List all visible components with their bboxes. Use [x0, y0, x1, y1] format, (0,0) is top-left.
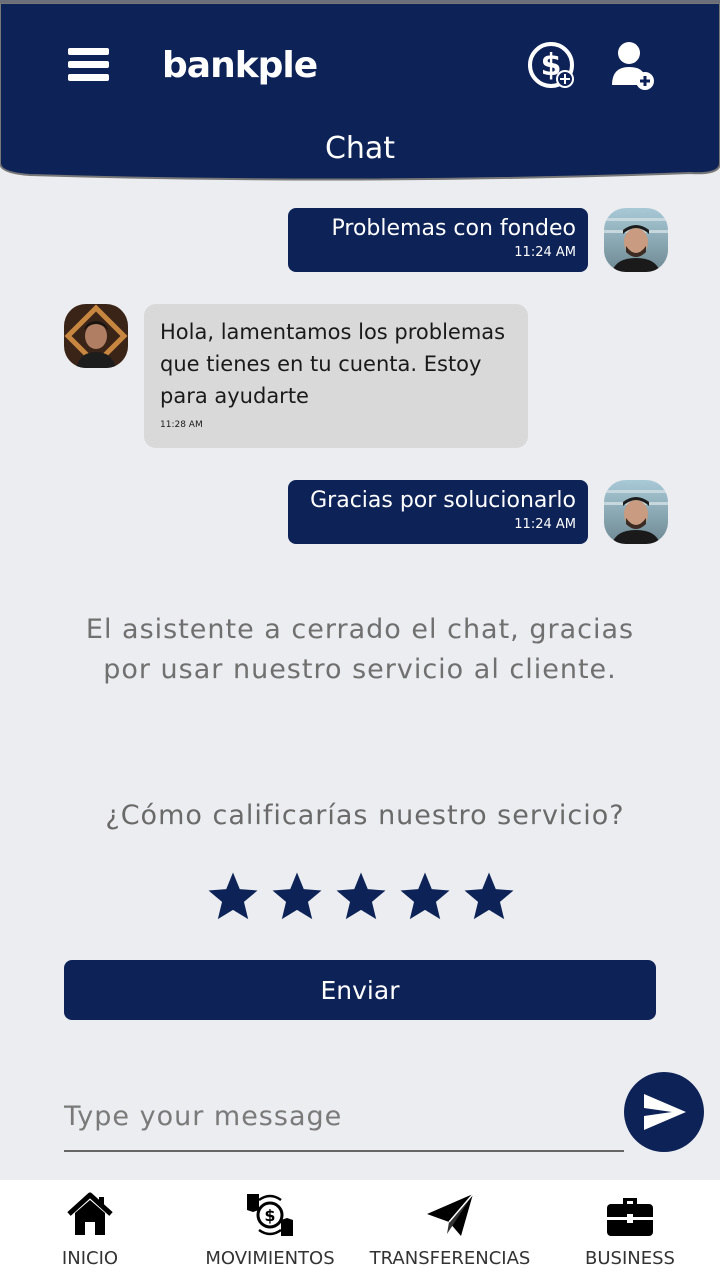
menu-icon[interactable]: [68, 48, 109, 84]
nav-label: INICIO: [61, 1248, 119, 1269]
nav-item-movimientos[interactable]: $ MOVIMIENTOS: [180, 1180, 360, 1280]
message-text: Problemas con fondeo: [331, 216, 576, 241]
bottom-navigation: INICIO $ MOVIMIENTOS TRANSFERENCIAS BUSI…: [0, 1180, 720, 1280]
home-icon: [67, 1192, 113, 1235]
chat-message-outgoing: Gracias por solucionarlo 11:24 AM: [288, 480, 588, 544]
star-rating[interactable]: [205, 868, 517, 926]
svg-text:$: $: [264, 1206, 275, 1225]
money-add-icon[interactable]: $: [527, 41, 577, 91]
message-time: 11:24 AM: [514, 245, 576, 260]
message-text: Gracias por solucionarlo: [310, 488, 576, 513]
money-exchange-icon: $: [247, 1194, 293, 1236]
rating-question: ¿Cómo calificarías nuestro servicio?: [105, 800, 625, 831]
nav-item-transferencias[interactable]: TRANSFERENCIAS: [360, 1180, 540, 1280]
star-icon[interactable]: [397, 868, 453, 926]
message-time: 11:28 AM: [160, 420, 203, 430]
submit-rating-button[interactable]: Enviar: [64, 960, 656, 1020]
message-time: 11:24 AM: [514, 517, 576, 532]
star-icon[interactable]: [333, 868, 389, 926]
star-icon[interactable]: [269, 868, 325, 926]
nav-item-inicio[interactable]: INICIO: [0, 1180, 180, 1280]
message-text: Hola, lamentamos los problemas que tiene…: [160, 320, 506, 408]
page-title: Chat: [324, 131, 396, 166]
user-add-icon[interactable]: [610, 41, 656, 91]
briefcase-icon: [607, 1198, 653, 1236]
send-message-button[interactable]: [624, 1072, 704, 1152]
star-icon[interactable]: [205, 868, 261, 926]
nav-label: BUSINESS: [585, 1248, 675, 1269]
nav-label: MOVIMIENTOS: [205, 1248, 335, 1269]
star-icon[interactable]: [461, 868, 517, 926]
app-header: bankple $ Chat: [0, 3, 720, 183]
message-input[interactable]: [64, 1082, 624, 1152]
avatar: [64, 304, 128, 368]
send-icon: [644, 1094, 686, 1130]
brand-logo: bankple: [162, 45, 318, 86]
avatar: [604, 480, 668, 544]
chat-message-incoming: Hola, lamentamos los problemas que tiene…: [144, 304, 528, 448]
nav-item-business[interactable]: BUSINESS: [540, 1180, 720, 1280]
paper-plane-icon: [427, 1193, 474, 1236]
chat-message-outgoing: Problemas con fondeo 11:24 AM: [288, 208, 588, 272]
nav-label: TRANSFERENCIAS: [369, 1248, 531, 1269]
chat-closed-notice: El asistente a cerrado el chat, gracias …: [85, 614, 635, 685]
avatar: [604, 208, 668, 272]
